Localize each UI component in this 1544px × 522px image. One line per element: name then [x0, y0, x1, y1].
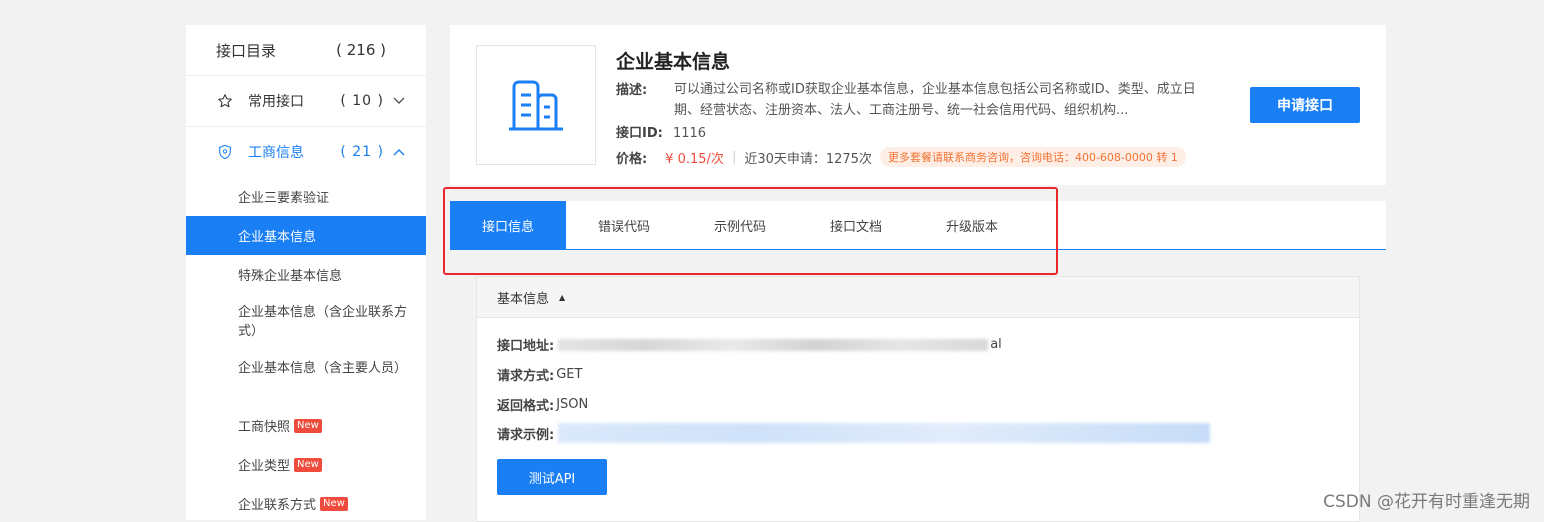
api-catalog-sidebar: 接口目录 ( 216 ) 常用接口 ( 10 ) 工商信息 ( 21 ) 企业三…	[186, 25, 426, 520]
row-address: 接口地址: al	[497, 335, 1002, 354]
basic-info-panel: 基本信息 ▲ 接口地址: al 请求方式: GET 返回格式: JSON 请求示…	[476, 276, 1360, 522]
sidebar-group-count: ( 21 )	[340, 144, 384, 160]
caret-up-icon: ▲	[559, 292, 566, 302]
apply-count: 近30天申请：1275次	[744, 151, 872, 167]
price-label: 价格:	[616, 151, 648, 167]
sidebar-item-label: 企业基本信息	[238, 230, 317, 245]
sidebar-item-special-basic-info[interactable]: 特殊企业基本信息	[186, 255, 426, 294]
redacted-url	[558, 338, 989, 351]
format-value: JSON	[556, 397, 589, 412]
address-tail: al	[990, 337, 1002, 352]
sidebar-item-label: 企业基本信息（含主要人员）	[238, 361, 408, 376]
panel-header[interactable]: 基本信息 ▲	[477, 277, 1359, 318]
method-label: 请求方式:	[497, 369, 555, 384]
new-badge: New	[294, 418, 322, 433]
chevron-up-icon	[392, 148, 406, 156]
star-icon	[216, 92, 234, 110]
sidebar-item-label: 企业三要素验证	[238, 191, 330, 206]
sidebar-item-label: 企业联系方式	[238, 498, 317, 513]
api-title: 企业基本信息	[616, 51, 731, 73]
sidebar-item-basic-info-personnel[interactable]: 企业基本信息（含主要人员）	[186, 350, 426, 406]
catalog-title: 接口目录	[216, 41, 277, 60]
api-id-value: 1116	[672, 126, 707, 141]
sidebar-item-label: 特殊企业基本信息	[238, 269, 343, 284]
sidebar-group-label: 工商信息	[248, 145, 304, 161]
promo-badge: 更多套餐请联系商务咨询，咨询电话：400-608-0000 转 1	[879, 147, 1186, 167]
sidebar-item-contact[interactable]: 企业联系方式 New	[186, 484, 426, 520]
address-label: 接口地址:	[497, 339, 555, 354]
test-api-button[interactable]: 测试API	[497, 459, 607, 495]
api-logo	[476, 45, 596, 165]
api-id: 接口ID: 1116	[616, 122, 706, 141]
divider: |	[731, 149, 737, 165]
api-summary-card: 企业基本信息 描述: 可以通过公司名称或ID获取企业基本信息，企业基本信息包括公…	[450, 25, 1386, 185]
api-id-label: 接口ID:	[616, 126, 663, 141]
catalog-count: ( 216 )	[336, 41, 386, 59]
sidebar-item-company-type[interactable]: 企业类型 New	[186, 445, 426, 484]
sidebar-item-basic-info-contact[interactable]: 企业基本信息（含企业联系方式）	[186, 294, 426, 350]
new-badge: New	[320, 496, 348, 511]
highlight-frame	[443, 187, 1058, 275]
sidebar-item-label: 企业类型	[238, 459, 291, 474]
catalog-header[interactable]: 接口目录 ( 216 )	[186, 25, 426, 76]
new-badge: New	[294, 457, 322, 472]
sidebar-item-label: 企业基本信息（含企业联系方式）	[238, 305, 408, 339]
panel-title: 基本信息	[497, 291, 550, 307]
sidebar-group-business-info[interactable]: 工商信息 ( 21 )	[186, 127, 426, 177]
sidebar-group-favorites[interactable]: 常用接口 ( 10 )	[186, 76, 426, 127]
price-value: ¥ 0.15/次	[665, 151, 724, 167]
api-price: 价格: ¥ 0.15/次 | 近30天申请：1275次 更多套餐请联系商务咨询，…	[616, 147, 1186, 167]
main-content: 企业基本信息 描述: 可以通过公司名称或ID获取企业基本信息，企业基本信息包括公…	[443, 25, 1386, 522]
redacted-example	[558, 423, 1211, 443]
row-example: 请求示例:	[497, 423, 1211, 443]
sidebar-item-snapshot[interactable]: 工商快照 New	[186, 406, 426, 445]
sidebar-group-label: 常用接口	[248, 94, 304, 110]
example-label: 请求示例:	[497, 427, 555, 443]
apply-api-button[interactable]: 申请接口	[1250, 87, 1360, 123]
building-icon	[509, 80, 563, 131]
sidebar-item-three-factor[interactable]: 企业三要素验证	[186, 177, 426, 216]
desc-label: 描述:	[616, 83, 648, 98]
row-format: 返回格式: JSON	[497, 395, 588, 414]
watermark: CSDN @花开有时重逢无期	[1323, 492, 1530, 512]
sidebar-item-basic-info[interactable]: 企业基本信息	[186, 216, 426, 255]
desc-text: 可以通过公司名称或ID获取企业基本信息，企业基本信息包括公司名称或ID、类型、成…	[674, 82, 1196, 118]
shield-icon	[216, 143, 234, 161]
row-method: 请求方式: GET	[497, 365, 582, 384]
sidebar-item-label: 工商快照	[238, 420, 291, 435]
sidebar-group-count: ( 10 )	[340, 93, 384, 109]
method-value: GET	[556, 367, 583, 382]
chevron-down-icon	[392, 97, 406, 105]
format-label: 返回格式:	[497, 399, 555, 414]
